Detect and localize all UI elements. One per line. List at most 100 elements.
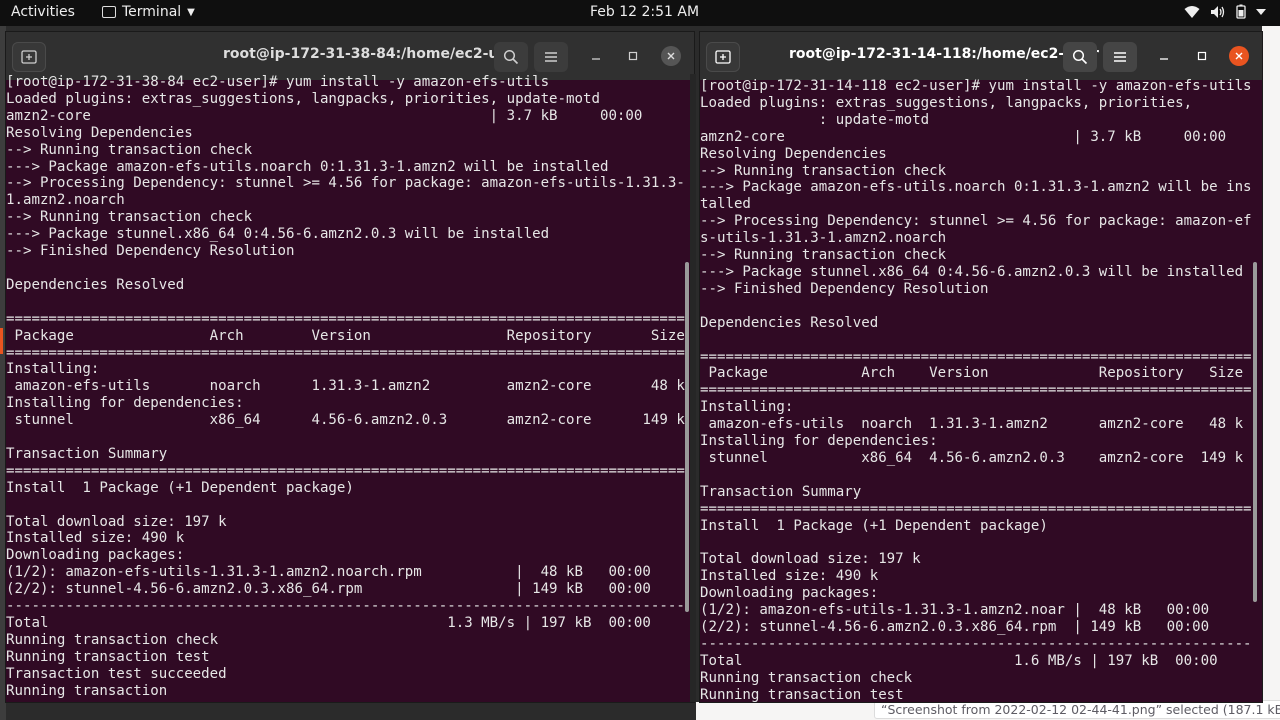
window-title: root@ip-172-31-38-84:/home/ec2-user: [223, 46, 524, 62]
battery-icon: [1236, 4, 1246, 19]
terminal-output[interactable]: [root@ip-172-31-14-118 ec2-user]# yum in…: [700, 78, 1252, 702]
terminal-line: Loaded plugins: extras_suggestions, lang…: [6, 90, 600, 107]
system-tray[interactable]: [1184, 4, 1266, 19]
window-title: root@ip-172-31-14-118:/home/ec2-user: [789, 46, 1099, 62]
search-button[interactable]: [494, 42, 528, 72]
terminal-line: --> Running transaction check: [6, 141, 253, 158]
minimize-button[interactable]: [586, 46, 606, 66]
minimize-icon: [1160, 58, 1168, 60]
terminal-line: amzn2-core | 3.7 kB 00:00: [6, 107, 643, 124]
titlebar[interactable]: root@ip-172-31-38-84:/home/ec2-user: [6, 32, 694, 80]
terminal-window-left[interactable]: root@ip-172-31-38-84:/home/ec2-user [roo…: [6, 32, 694, 702]
terminal-line: stunnel x86_64 4.56-6.amzn2.0.3 amzn2-co…: [700, 449, 1244, 466]
terminal-line: talled: [700, 196, 751, 213]
scrollbar[interactable]: [685, 262, 689, 612]
new-tab-button[interactable]: [12, 42, 46, 72]
hamburger-icon: [1114, 52, 1126, 62]
chevron-down-icon: ▼: [187, 6, 195, 18]
terminal-line: Total download size: 197 k: [700, 551, 921, 568]
maximize-button[interactable]: [1192, 46, 1212, 66]
terminal-line: Running transaction test: [6, 648, 210, 665]
minimize-button[interactable]: [1154, 46, 1174, 66]
terminal-line: Running transaction check: [700, 669, 913, 686]
terminal-line: --> Running transaction check: [6, 209, 253, 226]
terminal-line: amazon-efs-utils noarch 1.31.3-1.amzn2 a…: [6, 378, 685, 395]
terminal-line: --> Processing Dependency: stunnel >= 4.…: [700, 213, 1252, 230]
terminal-line: Transaction test succeeded: [6, 665, 227, 682]
terminal-line: Transaction Summary: [700, 483, 862, 500]
terminal-line: (1/2): amazon-efs-utils-1.31.3-1.amzn2.n…: [6, 564, 651, 581]
minimize-icon: [592, 58, 600, 60]
terminal-line: Downloading packages:: [6, 547, 185, 564]
maximize-icon: [628, 51, 638, 61]
file-manager-status: “Screenshot from 2022-02-12 02-44-41.png…: [874, 700, 1280, 719]
terminal-line: Package Arch Version Repository Size: [700, 365, 1244, 382]
terminal-line: ========================================…: [6, 344, 685, 361]
terminal-line: Loaded plugins: extras_suggestions, lang…: [700, 94, 1193, 111]
terminal-line: (1/2): amazon-efs-utils-1.31.3-1.amzn2.n…: [700, 602, 1210, 619]
terminal-line: ----------------------------------------…: [6, 598, 685, 615]
terminal-line: [root@ip-172-31-14-118 ec2-user]# yum in…: [700, 78, 1252, 94]
terminal-line: ---> Package amazon-efs-utils.noarch 0:1…: [700, 179, 1252, 196]
window-gap: [690, 74, 696, 702]
file-manager-window-edge[interactable]: [1262, 26, 1280, 720]
terminal-line: Total 1.3 MB/s | 197 kB 00:00: [6, 615, 651, 631]
app-menu-button[interactable]: Terminal ▼: [102, 4, 195, 20]
terminal-icon: [102, 6, 116, 18]
terminal-line: Installing:: [6, 361, 100, 378]
terminal-line: ----------------------------------------…: [700, 635, 1252, 652]
dock-indicator: [0, 328, 3, 354]
search-icon: [1072, 49, 1088, 65]
terminal-line: --> Finished Dependency Resolution: [6, 243, 295, 260]
terminal-line: Total 1.6 MB/s | 197 kB 00:00: [700, 652, 1218, 669]
terminal-line: Dependencies Resolved: [6, 276, 185, 293]
terminal-line: ---> Package stunnel.x86_64 0:4.56-6.amz…: [6, 226, 550, 243]
terminal-line: Running transaction test: [700, 686, 904, 702]
top-bar: Activities Terminal ▼ Feb 12 2:51 AM: [0, 0, 1280, 26]
terminal-line: Total download size: 197 k: [6, 513, 227, 530]
close-button[interactable]: [1229, 46, 1249, 66]
maximize-icon: [1197, 51, 1207, 61]
terminal-line: Running transaction check: [6, 631, 219, 648]
terminal-line: ========================================…: [6, 310, 685, 327]
terminal-line: Resolving Dependencies: [6, 124, 193, 141]
terminal-line: Installed size: 490 k: [6, 530, 185, 547]
terminal-line: amzn2-core | 3.7 kB 00:00: [700, 128, 1227, 145]
terminal-line: amazon-efs-utils noarch 1.31.3-1.amzn2 a…: [700, 416, 1244, 433]
terminal-line: Installed size: 490 k: [700, 568, 879, 585]
terminal-line: Dependencies Resolved: [700, 314, 879, 331]
terminal-line: ---> Package amazon-efs-utils.noarch 0:1…: [6, 158, 609, 175]
terminal-line: Downloading packages:: [700, 585, 879, 602]
terminal-window-right[interactable]: root@ip-172-31-14-118:/home/ec2-user [ro…: [700, 32, 1262, 702]
titlebar[interactable]: root@ip-172-31-14-118:/home/ec2-user: [700, 32, 1262, 80]
close-icon: [1235, 52, 1243, 60]
clock[interactable]: Feb 12 2:51 AM: [590, 4, 699, 20]
terminal-line: (2/2): stunnel-4.56-6.amzn2.0.3.x86_64.r…: [700, 619, 1210, 635]
caret-down-icon: [1256, 8, 1266, 15]
terminal-line: Install 1 Package (+1 Dependent package): [6, 479, 354, 496]
volume-icon: [1211, 5, 1225, 18]
close-button[interactable]: [661, 46, 681, 66]
menu-button[interactable]: [1103, 42, 1137, 72]
maximize-button[interactable]: [623, 46, 643, 66]
terminal-output[interactable]: [root@ip-172-31-38-84 ec2-user]# yum ins…: [6, 74, 685, 700]
close-icon: [667, 52, 675, 60]
terminal-line: Install 1 Package (+1 Dependent package): [700, 517, 1048, 534]
app-name: Terminal: [122, 4, 182, 20]
new-tab-icon: [21, 50, 37, 64]
search-button[interactable]: [1063, 42, 1097, 72]
terminal-line: s-utils-1.31.3-1.amzn2.noarch: [700, 230, 947, 247]
terminal-line: Installing for dependencies:: [6, 395, 244, 412]
menu-button[interactable]: [534, 42, 568, 72]
terminal-line: Running transaction: [6, 682, 168, 699]
terminal-line: Transaction Summary: [6, 445, 168, 462]
terminal-line: --> Running transaction check: [700, 247, 947, 264]
terminal-line: 1.amzn2.noarch: [6, 192, 125, 209]
new-tab-button[interactable]: [706, 42, 740, 72]
activities-button[interactable]: Activities: [11, 4, 75, 20]
terminal-line: --> Processing Dependency: stunnel >= 4.…: [6, 175, 685, 192]
scrollbar[interactable]: [1253, 262, 1257, 602]
terminal-line: ========================================…: [700, 348, 1252, 365]
terminal-line: Package Arch Version Repository Size: [6, 327, 685, 344]
terminal-line: Installing:: [700, 399, 794, 416]
